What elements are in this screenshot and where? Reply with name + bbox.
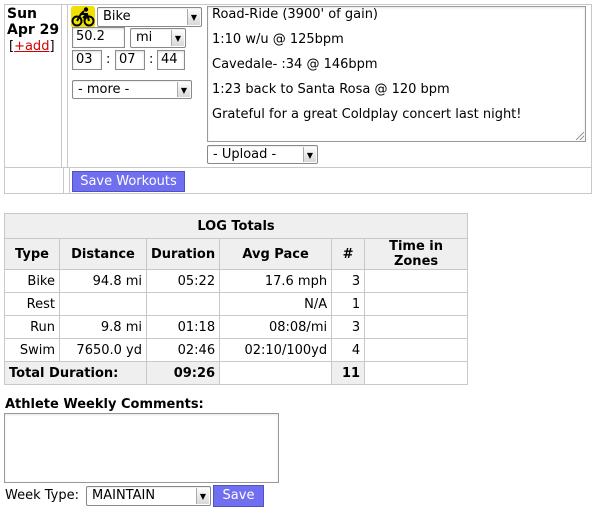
time-separator: : <box>106 52 111 67</box>
total-duration: 09:26 <box>145 361 221 385</box>
type-cell: Rest <box>4 292 60 316</box>
distance-unit-value: mi <box>136 30 153 45</box>
type-cell: Bike <box>4 269 60 293</box>
column-separator <box>62 4 68 168</box>
save-row-left-cell <box>5 168 64 193</box>
table-header-row: Type Distance Duration Avg Pace # Time i… <box>4 238 468 270</box>
distance-cell: 7650.0 yd <box>59 338 147 362</box>
pace-cell: 08:08/mi <box>219 315 333 339</box>
table-row: Swim 7650.0 yd 02:46 02:10/100yd 4 <box>4 338 468 362</box>
week-type-value: MAINTAIN <box>92 488 156 503</box>
month-day: Apr 29 <box>7 22 60 38</box>
chevron-down-icon: ▼ <box>196 488 209 504</box>
week-type-label: Week Type: <box>5 488 79 503</box>
distance-input[interactable]: 50.2 <box>72 27 125 48</box>
count-cell: 3 <box>331 269 366 293</box>
duration-minutes-input[interactable]: 07 <box>115 50 145 70</box>
log-totals-table: LOG Totals Type Distance Duration Avg Pa… <box>4 213 468 385</box>
pace-cell: 02:10/100yd <box>219 338 333 362</box>
weekly-comments-textarea[interactable] <box>4 413 279 483</box>
chevron-down-icon: ▼ <box>171 30 184 46</box>
total-zones-blank <box>364 361 468 385</box>
column-header: Time in Zones <box>364 238 468 270</box>
zones-cell <box>364 269 468 293</box>
type-cell: Run <box>4 315 60 339</box>
pace-cell: N/A <box>219 292 333 316</box>
chevron-down-icon: ▼ <box>303 147 316 162</box>
count-cell: 3 <box>331 315 366 339</box>
notes-line: Cavedale- :34 @ 146bpm <box>212 57 378 72</box>
sport-select-value: Bike <box>103 9 131 24</box>
count-cell: 4 <box>331 338 366 362</box>
day-of-week: Sun <box>7 6 38 22</box>
total-label: Total Duration: <box>4 361 147 385</box>
zones-cell <box>364 338 468 362</box>
table-row: Rest N/A 1 <box>4 292 468 316</box>
pace-cell: 17.6 mph <box>219 269 333 293</box>
duration-cell: 01:18 <box>145 315 221 339</box>
duration-cell: 05:22 <box>145 269 221 293</box>
week-type-select[interactable]: MAINTAIN ▼ <box>86 486 211 506</box>
total-pace-blank <box>219 361 333 385</box>
zones-cell <box>364 292 468 316</box>
column-header: # <box>331 238 366 270</box>
add-bracket-close: ] <box>49 39 55 54</box>
column-header: Distance <box>59 238 147 270</box>
duration-hours-input[interactable]: 03 <box>72 50 102 70</box>
total-row: Total Duration: 09:26 11 <box>4 361 468 385</box>
table-title: LOG Totals <box>4 213 468 239</box>
chevron-down-icon: ▼ <box>177 82 190 97</box>
distance-cell: 9.8 mi <box>59 315 147 339</box>
column-header: Type <box>4 238 60 270</box>
distance-unit-select[interactable]: mi ▼ <box>130 28 186 48</box>
column-header: Duration <box>145 238 221 270</box>
save-row-mid-cell <box>63 168 70 193</box>
more-select-value: - more - <box>78 82 130 97</box>
type-cell: Swim <box>4 338 60 362</box>
upload-select[interactable]: - Upload - ▼ <box>207 145 318 164</box>
count-cell: 1 <box>331 292 366 316</box>
more-select[interactable]: - more - ▼ <box>72 80 192 99</box>
total-count: 11 <box>331 361 366 385</box>
sport-select[interactable]: Bike ▼ <box>97 7 202 27</box>
distance-cell <box>59 292 147 316</box>
duration-cell <box>145 292 221 316</box>
save-workouts-button[interactable]: Save Workouts <box>72 171 185 192</box>
column-header: Avg Pace <box>219 238 333 270</box>
save-week-type-button[interactable]: Save <box>213 485 264 507</box>
table-row: Run 9.8 mi 01:18 08:08/mi 3 <box>4 315 468 339</box>
table-row: Bike 94.8 mi 05:22 17.6 mph 3 <box>4 269 468 293</box>
add-workout-link[interactable]: +add <box>14 39 49 54</box>
chevron-down-icon: ▼ <box>187 9 200 25</box>
notes-line: 1:10 w/u @ 125bpm <box>212 32 344 47</box>
notes-line: 1:23 back to Santa Rosa @ 120 bpm <box>212 82 450 97</box>
notes-line: Road-Ride (3900' of gain) <box>212 7 379 22</box>
duration-cell: 02:46 <box>145 338 221 362</box>
distance-cell: 94.8 mi <box>59 269 147 293</box>
add-workout-link-wrapper: [+add] <box>9 39 55 54</box>
zones-cell <box>364 315 468 339</box>
workout-notes-textarea[interactable]: Road-Ride (3900' of gain) 1:10 w/u @ 125… <box>207 6 586 142</box>
upload-select-value: - Upload - <box>213 147 277 162</box>
time-separator: : <box>149 52 154 67</box>
weekly-comments-label: Athlete Weekly Comments: <box>5 397 204 412</box>
resize-handle-icon[interactable] <box>576 132 584 140</box>
duration-seconds-input[interactable]: 44 <box>157 50 185 70</box>
cyclist-icon <box>71 6 95 28</box>
notes-line: Grateful for a great Coldplay concert la… <box>212 107 522 122</box>
